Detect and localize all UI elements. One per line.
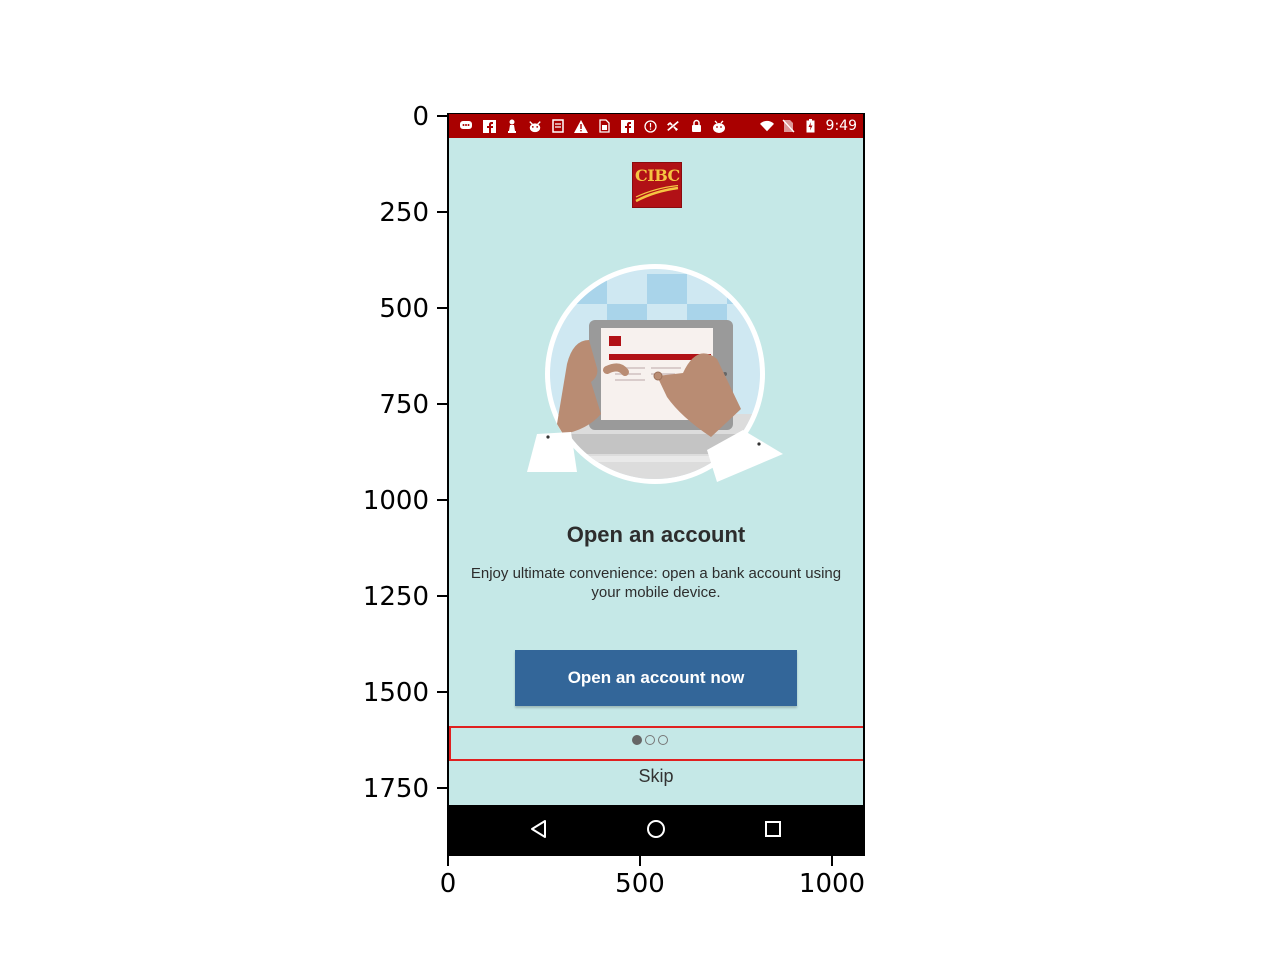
facebook-icon <box>482 119 496 133</box>
y-tick <box>437 403 447 405</box>
chess-icon <box>505 119 519 133</box>
logo-text: CIBC <box>635 166 680 185</box>
recents-icon[interactable] <box>761 817 785 841</box>
page-dot-1[interactable] <box>632 735 642 745</box>
axis-frame-right <box>863 113 865 855</box>
tablet-hands-illustration <box>527 264 783 484</box>
android-face-icon <box>528 119 542 133</box>
y-tick <box>437 307 447 309</box>
x-tick-label: 1000 <box>798 869 866 899</box>
y-tick-label: 0 <box>412 102 429 132</box>
y-tick-label: 1750 <box>362 774 429 804</box>
home-icon[interactable] <box>644 817 668 841</box>
no-sim-icon <box>782 119 796 133</box>
page-dot-3[interactable] <box>658 735 668 745</box>
lock-icon <box>689 119 703 133</box>
back-icon[interactable] <box>527 817 551 841</box>
onboarding-title: Open an account <box>566 522 746 547</box>
phone-screen: 9:49 CIBC Open an account Enjoy ultimate… <box>449 114 863 854</box>
notification-icons <box>449 119 726 133</box>
y-tick <box>437 595 447 597</box>
y-tick <box>437 691 447 693</box>
x-tick-label: 500 <box>615 869 665 899</box>
y-tick-label: 500 <box>379 294 429 324</box>
y-tick <box>437 787 447 789</box>
memo-icon <box>551 119 565 133</box>
cibc-logo: CIBC <box>632 162 682 208</box>
y-tick-label: 1250 <box>362 582 429 612</box>
android-icon <box>712 119 726 133</box>
chat-icon <box>459 119 473 133</box>
page-dot-2[interactable] <box>645 735 655 745</box>
y-tick-label: 1500 <box>362 678 429 708</box>
satellite-icon <box>666 119 680 133</box>
x-tick <box>447 856 449 866</box>
sim-icon <box>597 119 611 133</box>
logo-swoosh <box>635 185 679 203</box>
system-status: 9:49 <box>759 114 857 138</box>
x-tick <box>831 856 833 866</box>
y-tick <box>437 499 447 501</box>
battery-icon <box>804 119 818 133</box>
y-tick-label: 750 <box>379 390 429 420</box>
x-tick-label: 0 <box>439 869 457 899</box>
y-tick-label: 250 <box>379 198 429 228</box>
warning-icon <box>574 119 588 133</box>
facebook-icon <box>620 119 634 133</box>
x-tick <box>639 856 641 866</box>
y-tick <box>437 211 447 213</box>
wifi-icon <box>759 119 774 133</box>
skip-button[interactable]: Skip <box>449 766 863 787</box>
system-nav-bar <box>449 805 863 854</box>
x-axis <box>447 854 865 856</box>
status-bar: 9:49 <box>449 114 863 138</box>
clock: 9:49 <box>825 118 857 134</box>
alert-circle-icon <box>643 119 657 133</box>
y-tick <box>437 115 447 117</box>
page-indicator <box>632 735 668 745</box>
open-account-now-button[interactable]: Open an account now <box>515 650 797 706</box>
y-tick-label: 1000 <box>362 486 429 516</box>
onboarding-description: Enjoy ultimate convenience: open a bank … <box>470 565 842 601</box>
